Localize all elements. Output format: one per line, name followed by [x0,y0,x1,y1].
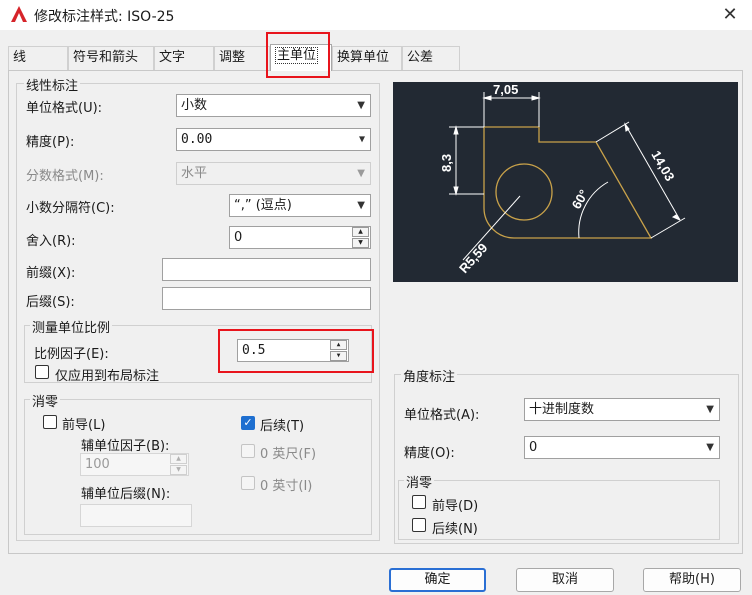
suffix-input[interactable] [162,287,371,310]
preview-dim-left: 8,3 [439,154,454,172]
angular-leading-label: 前导(D) [432,499,479,514]
layout-only-checkbox[interactable] [35,365,49,379]
preview-geometry [483,126,653,239]
trailing-zero-label: 后续(T) [260,419,305,434]
unit-format-label: 单位格式(U): [26,101,103,116]
chevron-down-icon: ▼ [706,442,714,453]
round-off-spinner[interactable]: ▲ ▼ [352,227,369,248]
leading-zero-label: 前导(L) [62,418,106,433]
angular-trailing-checkbox[interactable] [412,518,426,532]
unit-format-select[interactable]: 小数 ▼ [176,94,371,117]
preview-dim-diagonal: 14,03 [648,148,677,184]
trailing-zero-checkbox[interactable]: ✓ [241,416,255,430]
preview-dim-top: 7,05 [493,82,518,97]
ok-button[interactable]: 确定 [389,568,486,592]
tab-symbols-arrows[interactable]: 符号和箭头 [68,46,154,70]
preview-dim-radius: R5,59 [456,240,490,276]
sub-unit-suffix-label: 辅单位后缀(N): [81,487,171,502]
close-icon[interactable]: ✕ [718,3,742,27]
leading-zero-checkbox[interactable] [43,415,57,429]
chevron-down-icon: ▼ [357,100,365,111]
angular-trailing-label: 后续(N) [432,522,478,537]
scale-factor-label: 比例因子(E): [34,347,109,362]
zero-inches-checkbox [241,476,255,490]
angular-precision-label: 精度(O): [404,446,455,461]
tab-text[interactable]: 文字 [154,46,214,70]
angular-precision-select[interactable]: 0 ▼ [524,436,720,459]
dimension-preview: 7,05 8,3 14,03 60° R5,59 [393,82,738,282]
chevron-down-icon: ▼ [357,168,365,179]
autocad-logo-icon: A [11,6,27,22]
spin-up-icon[interactable]: ▲ [352,227,369,237]
window-title: 修改标注样式: ISO-25 [34,9,175,25]
chevron-down-icon: ▼ [357,200,365,211]
prefix-label: 前缀(X): [26,266,76,281]
round-off-input[interactable]: 0 ▲ ▼ [229,226,371,249]
chevron-down-icon: ▼ [706,404,714,415]
suffix-label: 后缀(S): [26,295,75,310]
prefix-input[interactable] [162,258,371,281]
angular-leading-checkbox[interactable] [412,495,426,509]
precision-label: 精度(P): [26,135,75,150]
help-button[interactable]: 帮助(H) [643,568,741,592]
zero-suppression-title: 消零 [30,391,61,410]
zero-feet-checkbox [241,444,255,458]
chevron-down-icon: ▼ [358,134,365,145]
spin-down-icon: ▼ [170,465,187,475]
highlight-box-tab [266,32,330,78]
preview-dim-angle: 60° [569,187,592,212]
zero-inches-label: 0 英寸(I) [260,479,313,494]
tab-lines[interactable]: 线 [8,46,68,70]
spin-up-icon: ▲ [170,454,187,464]
decimal-separator-select[interactable]: “,” (逗点) ▼ [229,194,371,217]
precision-select[interactable]: 0.00 ▼ [176,128,371,151]
angular-unit-format-label: 单位格式(A): [404,408,480,423]
decimal-separator-label: 小数分隔符(C): [26,201,115,216]
angular-unit-format-select[interactable]: 十进制度数 ▼ [524,398,720,421]
highlight-box-scale [218,329,374,373]
sub-unit-suffix-input [80,504,192,527]
measurement-scale-title: 测量单位比例 [30,317,113,336]
preview-labels: 7,05 8,3 14,03 60° R5,59 [439,82,678,276]
tab-alternate-units[interactable]: 换算单位 [332,46,402,70]
tab-fit[interactable]: 调整 [214,46,270,70]
layout-only-label: 仅应用到布局标注 [55,369,160,384]
sub-unit-factor-input: 100 ▲ ▼ [80,453,189,476]
linear-group-title: 线性标注 [24,75,81,94]
sub-unit-factor-spinner: ▲ ▼ [170,454,187,475]
round-off-label: 舍入(R): [26,234,76,249]
zero-feet-label: 0 英尺(F) [260,447,317,462]
cancel-button[interactable]: 取消 [516,568,614,592]
fraction-format-select: 水平 ▼ [176,162,371,185]
fraction-format-label: 分数格式(M): [26,169,104,184]
angular-group-title: 角度标注 [401,366,458,385]
tab-tolerances[interactable]: 公差 [402,46,460,70]
angular-zero-title: 消零 [404,472,435,491]
spin-down-icon[interactable]: ▼ [352,238,369,248]
preview-drawing: 7,05 8,3 14,03 60° R5,59 [439,82,686,276]
sub-unit-factor-label: 辅单位因子(B): [81,439,170,454]
